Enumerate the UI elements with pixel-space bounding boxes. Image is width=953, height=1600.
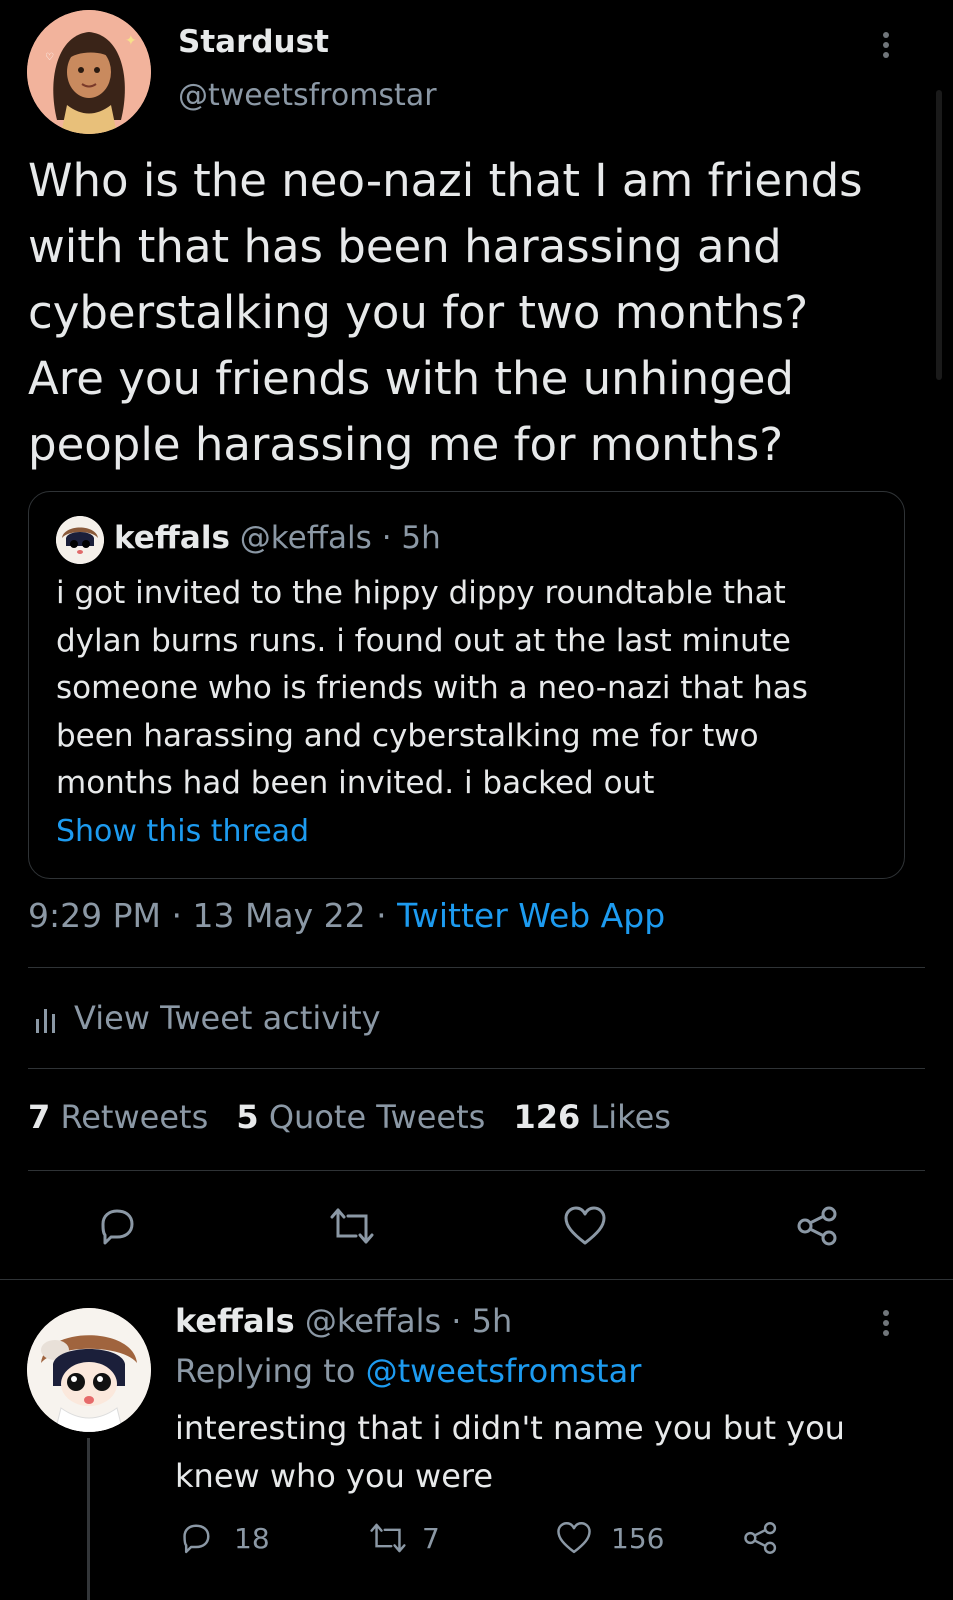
tweet-text-line: with that has been harassing and [28, 220, 782, 273]
quote-text-line: been harassing and cyberstalking me for … [56, 717, 759, 754]
quote-text-line: dylan burns runs. i found out at the las… [56, 622, 791, 659]
reply-count: 18 [234, 1521, 270, 1555]
reply-text: interesting that i didn't name you but y… [175, 1404, 845, 1500]
quote-handle: @keffals [239, 520, 372, 556]
svg-text:✦: ✦ [125, 33, 137, 49]
quote-text-line: i got invited to the hippy dippy roundta… [56, 575, 786, 611]
reply-avatar[interactable] [27, 1308, 151, 1432]
reply-handle[interactable]: @keffals [305, 1302, 441, 1340]
divider [28, 967, 925, 968]
quote-header: keffals @keffals · 5h [114, 520, 441, 556]
tweet-text-line: Are you friends with the unhinged [28, 352, 794, 405]
like-icon[interactable] [562, 1204, 608, 1248]
author-handle[interactable]: @tweetsfromstar [178, 78, 437, 113]
share-icon[interactable] [742, 1520, 780, 1556]
retweet-icon[interactable] [328, 1204, 376, 1248]
retweet-count: 7 [422, 1521, 440, 1555]
like-icon [555, 1520, 593, 1556]
likes-label: Likes [590, 1098, 671, 1136]
more-icon[interactable] [883, 28, 889, 62]
quotes-stat[interactable]: 5 Quote Tweets [236, 1098, 495, 1136]
thread-line [87, 1438, 90, 1600]
quote-text-line: months had been invited. i backed out [56, 765, 655, 801]
tweet-text-line: people harassing me for months? [28, 418, 784, 471]
quote-text: i got invited to the hippy dippy roundta… [56, 570, 808, 808]
view-activity-label: View Tweet activity [74, 999, 381, 1037]
reply-reply-button[interactable]: 18 [178, 1520, 270, 1556]
tweet-stats: 7 Retweets 5 Quote Tweets 126 Likes [28, 1098, 671, 1136]
author-display-name[interactable]: Stardust [178, 24, 329, 60]
view-activity-button[interactable]: View Tweet activity [34, 996, 381, 1040]
quote-display-name: keffals [114, 520, 230, 556]
share-icon[interactable] [795, 1204, 841, 1248]
replying-to-handle[interactable]: @tweetsfromstar [366, 1352, 642, 1390]
tweet-text-line: Who is the neo-nazi that I am friends [28, 154, 863, 207]
reply-text-line: knew who you were [175, 1457, 494, 1495]
retweets-stat[interactable]: 7 Retweets [28, 1098, 218, 1136]
author-avatar[interactable]: ✦ ♡ [27, 10, 151, 134]
reply-retweet-button[interactable]: 7 [368, 1520, 440, 1556]
divider [0, 1279, 953, 1280]
show-thread-link[interactable]: Show this thread [56, 814, 309, 849]
replying-to: Replying to @tweetsfromstar [175, 1352, 641, 1390]
tweet-date[interactable]: 13 May 22 [192, 896, 365, 935]
reply-header: keffals @keffals · 5h [175, 1302, 512, 1340]
likes-count: 126 [513, 1098, 581, 1136]
reply-age[interactable]: 5h [472, 1302, 513, 1340]
activity-icon [34, 1003, 58, 1033]
divider [28, 1170, 925, 1171]
likes-stat[interactable]: 126 Likes [513, 1098, 670, 1136]
tweet-text: Who is the neo-nazi that I am friends wi… [28, 148, 863, 478]
tweet-timestamp: 9:29 PM · 13 May 22 · Twitter Web App [28, 896, 665, 935]
quote-age: 5h [401, 520, 441, 556]
scrollbar[interactable] [936, 90, 942, 380]
reply-like-button[interactable]: 156 [555, 1520, 664, 1556]
reply-text-line: interesting that i didn't name you but y… [175, 1409, 845, 1447]
tweet-text-line: cyberstalking you for two months? [28, 286, 809, 339]
quotes-label: Quote Tweets [268, 1098, 486, 1136]
quote-separator: · [381, 520, 392, 556]
replying-to-prefix: Replying to [175, 1352, 356, 1390]
retweet-icon [368, 1520, 408, 1556]
timestamp-separator: · [171, 896, 182, 935]
reply-more-icon[interactable] [883, 1306, 889, 1340]
divider [28, 1068, 925, 1069]
tweet-time[interactable]: 9:29 PM [28, 896, 161, 935]
reply-icon[interactable] [95, 1204, 139, 1248]
like-count: 156 [611, 1521, 665, 1555]
retweets-count: 7 [28, 1098, 51, 1136]
retweets-label: Retweets [60, 1098, 209, 1136]
quote-tweet-card[interactable]: keffals @keffals · 5h i got invited to t… [28, 491, 905, 879]
svg-text:♡: ♡ [45, 52, 54, 63]
reply-display-name[interactable]: keffals [175, 1302, 295, 1340]
timestamp-separator: · [376, 896, 387, 935]
quote-text-line: someone who is friends with a neo-nazi t… [56, 670, 808, 706]
reply-separator: · [451, 1302, 462, 1340]
quotes-count: 5 [236, 1098, 259, 1136]
quote-avatar [56, 516, 104, 564]
reply-icon [178, 1520, 214, 1556]
tweet-source[interactable]: Twitter Web App [397, 896, 665, 935]
